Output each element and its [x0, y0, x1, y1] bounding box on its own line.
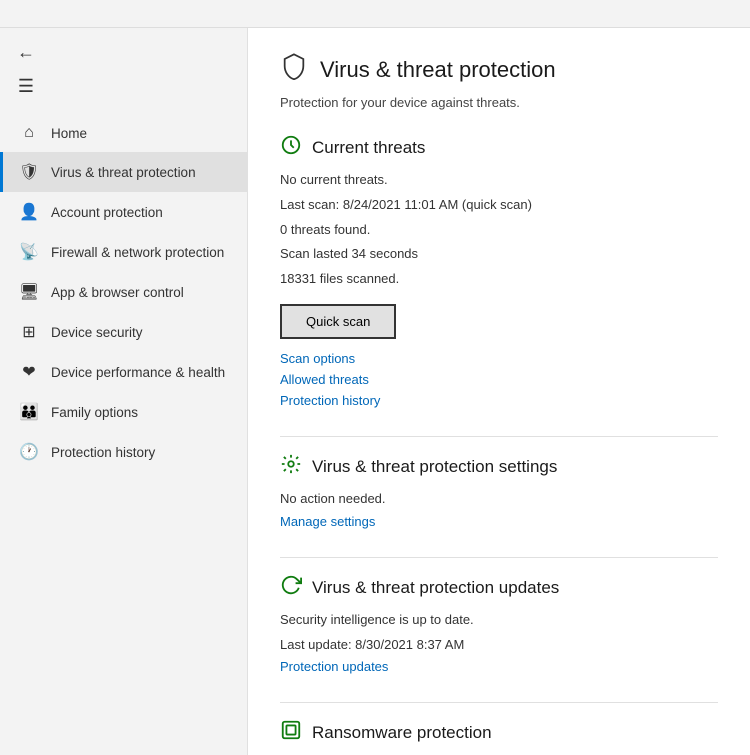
- link-current-threats-1[interactable]: Allowed threats: [280, 372, 718, 387]
- sidebar-item-firewall[interactable]: 📡 Firewall & network protection: [0, 232, 247, 272]
- section-title-ransomware: Ransomware protection: [312, 723, 492, 743]
- device-health-icon: ❤: [19, 362, 39, 382]
- sidebar-item-label-history: Protection history: [51, 445, 155, 460]
- section-header-virus-updates: Virus & threat protection updates: [280, 574, 718, 602]
- link-current-threats-0[interactable]: Scan options: [280, 351, 718, 366]
- sidebar-item-device-health[interactable]: ❤ Device performance & health: [0, 352, 247, 392]
- title-bar: [0, 0, 750, 28]
- sidebar-top: ← ☰: [0, 28, 247, 106]
- sidebar-item-account[interactable]: 👤 Account protection: [0, 192, 247, 232]
- section-info-virus-updates-0: Security intelligence is up to date.: [280, 610, 718, 631]
- main-content: Virus & threat protection Protection for …: [248, 28, 750, 755]
- page-subtitle: Protection for your device against threa…: [280, 95, 718, 110]
- sidebar-item-app[interactable]: 🖥 App & browser control: [0, 272, 247, 312]
- sidebar-item-history[interactable]: 🕐 Protection history: [0, 432, 247, 472]
- section-header-ransomware: Ransomware protection: [280, 719, 718, 747]
- section-virus-settings: Virus & threat protection settings No act…: [280, 453, 718, 529]
- quick-scan-button[interactable]: Quick scan: [280, 304, 396, 339]
- section-divider-0: [280, 436, 718, 437]
- section-divider-2: [280, 702, 718, 703]
- sidebar-item-label-virus: Virus & threat protection: [51, 165, 196, 180]
- current-threats-section-icon: [280, 134, 302, 162]
- section-info-current-threats-3: Scan lasted 34 seconds: [280, 244, 718, 265]
- sidebar-item-label-device-health: Device performance & health: [51, 365, 225, 380]
- section-virus-updates: Virus & threat protection updates Securit…: [280, 574, 718, 675]
- account-icon: 👤: [19, 202, 39, 222]
- section-ransomware: Ransomware protectionNo action needed.Ma…: [280, 719, 718, 755]
- sidebar-item-device-security[interactable]: ⊞ Device security: [0, 312, 247, 352]
- virus-updates-section-icon: [280, 574, 302, 602]
- app-container: ← ☰ ⌂ Home 🛡 Virus & threat protection 👤 Acco…: [0, 28, 750, 755]
- link-virus-settings-0[interactable]: Manage settings: [280, 514, 718, 529]
- page-title: Virus & threat protection: [320, 57, 556, 83]
- sidebar-item-family[interactable]: 👪 Family options: [0, 392, 247, 432]
- sidebar: ← ☰ ⌂ Home 🛡 Virus & threat protection 👤 Acco…: [0, 28, 248, 755]
- link-current-threats-2[interactable]: Protection history: [280, 393, 718, 408]
- section-info-current-threats-2: 0 threats found.: [280, 220, 718, 241]
- menu-button[interactable]: ☰: [10, 70, 42, 102]
- sidebar-item-label-home: Home: [51, 126, 87, 141]
- home-icon: ⌂: [19, 124, 39, 142]
- sidebar-item-label-app: App & browser control: [51, 285, 184, 300]
- family-icon: 👪: [19, 402, 39, 422]
- sidebar-item-virus[interactable]: 🛡 Virus & threat protection: [0, 152, 247, 192]
- app-icon: 🖥: [19, 282, 39, 302]
- section-current-threats: Current threats No current threats. Last s…: [280, 134, 718, 408]
- section-info-current-threats-1: Last scan: 8/24/2021 11:01 AM (quick sca…: [280, 195, 718, 216]
- link-virus-updates-0[interactable]: Protection updates: [280, 659, 718, 674]
- virus-settings-section-icon: [280, 453, 302, 481]
- section-divider-1: [280, 557, 718, 558]
- section-info-virus-settings-0: No action needed.: [280, 489, 718, 510]
- sidebar-item-label-account: Account protection: [51, 205, 163, 220]
- sidebar-item-label-family: Family options: [51, 405, 138, 420]
- firewall-icon: 📡: [19, 242, 39, 262]
- section-header-current-threats: Current threats: [280, 134, 718, 162]
- virus-icon: 🛡: [19, 162, 39, 182]
- section-title-virus-updates: Virus & threat protection updates: [312, 578, 559, 598]
- sidebar-item-label-device-security: Device security: [51, 325, 143, 340]
- back-button[interactable]: ←: [10, 36, 42, 68]
- sidebar-item-label-firewall: Firewall & network protection: [51, 245, 224, 260]
- device-security-icon: ⊞: [19, 322, 39, 342]
- section-info-current-threats-0: No current threats.: [280, 170, 718, 191]
- section-title-virus-settings: Virus & threat protection settings: [312, 457, 557, 477]
- section-title-current-threats: Current threats: [312, 138, 425, 158]
- section-info-current-threats-4: 18331 files scanned.: [280, 269, 718, 290]
- page-header-icon: [280, 52, 308, 87]
- page-header: Virus & threat protection: [280, 52, 718, 87]
- section-info-virus-updates-1: Last update: 8/30/2021 8:37 AM: [280, 635, 718, 656]
- sidebar-nav: ⌂ Home 🛡 Virus & threat protection 👤 Account …: [0, 114, 247, 472]
- ransomware-section-icon: [280, 719, 302, 747]
- section-header-virus-settings: Virus & threat protection settings: [280, 453, 718, 481]
- sidebar-item-home[interactable]: ⌂ Home: [0, 114, 247, 152]
- history-icon: 🕐: [19, 442, 39, 462]
